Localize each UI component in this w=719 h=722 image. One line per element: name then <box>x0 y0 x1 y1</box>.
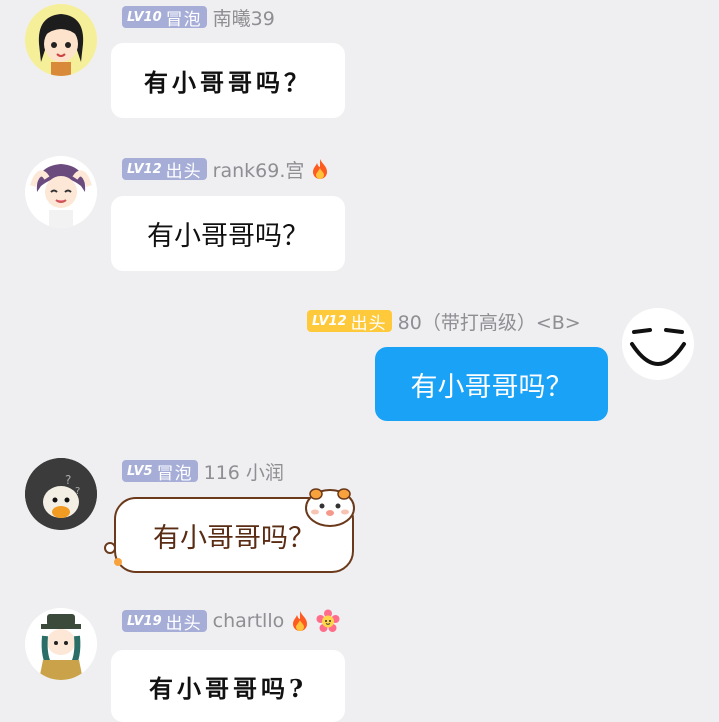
username[interactable]: chartllo <box>213 610 285 632</box>
message-meta: LV19 出头 chartllo <box>122 608 340 634</box>
bubble-tail-icon <box>102 538 124 568</box>
message-bubble[interactable]: 有小哥哥吗？ <box>375 347 608 421</box>
flower-icon <box>316 609 340 633</box>
message-meta: LV12 出头 80（带打高级）<B> <box>307 308 581 334</box>
username[interactable]: 116 小润 <box>204 458 284 485</box>
message-text: 有小哥哥吗？ <box>153 522 315 554</box>
message-item: LV12 出头 80（带打高级）<B> 有小哥哥吗？ <box>0 308 719 422</box>
rank-text: 冒泡 <box>156 463 193 484</box>
username[interactable]: 南曦39 <box>213 4 275 31</box>
username[interactable]: rank69.宫 <box>213 156 305 183</box>
username[interactable]: 80（带打高级）<B> <box>398 308 581 335</box>
level-text: LV19 <box>127 613 162 629</box>
message-meta: LV12 出头 rank69.宫 <box>122 156 332 182</box>
rank-text: 出头 <box>165 161 202 182</box>
level-badge: LV12 出头 <box>307 310 392 334</box>
level-text: LV10 <box>127 9 162 25</box>
level-text: LV5 <box>127 463 153 479</box>
message-bubble[interactable]: 有小哥哥吗？ <box>111 196 345 271</box>
message-item: LV19 出头 chartllo 有小哥哥吗? <box>0 608 719 722</box>
message-bubble[interactable]: 有小哥哥吗？ <box>111 43 345 118</box>
svg-text:?: ? <box>65 473 71 487</box>
avatar[interactable] <box>622 308 694 380</box>
level-badge: LV19 出头 <box>122 610 207 634</box>
level-badge: LV10 冒泡 <box>122 6 207 30</box>
avatar[interactable] <box>25 608 97 680</box>
message-meta: LV5 冒泡 116 小润 <box>122 458 284 484</box>
fire-icon <box>308 157 332 181</box>
message-item: ? ? LV5 冒泡 116 小润 有小哥哥吗？ <box>0 458 719 578</box>
hamster-sticker-icon <box>302 482 358 528</box>
rank-text: 出头 <box>350 313 387 334</box>
level-text: LV12 <box>127 161 162 177</box>
message-item: LV10 冒泡 南曦39 有小哥哥吗？ <box>0 4 719 118</box>
level-text: LV12 <box>312 313 347 329</box>
message-text: 有小哥哥吗？ <box>147 221 309 252</box>
rank-text: 冒泡 <box>165 9 202 30</box>
level-badge: LV5 冒泡 <box>122 460 198 484</box>
message-text: 有小哥哥吗? <box>148 673 308 703</box>
svg-text:?: ? <box>75 486 80 497</box>
message-meta: LV10 冒泡 南曦39 <box>122 4 275 30</box>
level-badge: LV12 出头 <box>122 158 207 182</box>
message-text: 有小哥哥吗？ <box>410 371 573 403</box>
avatar[interactable]: ? ? <box>25 458 97 530</box>
rank-text: 出头 <box>165 613 202 634</box>
message-bubble[interactable]: 有小哥哥吗? <box>111 650 345 722</box>
message-item: LV12 出头 rank69.宫 有小哥哥吗？ <box>0 156 719 272</box>
fire-icon <box>288 609 312 633</box>
avatar[interactable] <box>25 156 97 228</box>
message-text: 有小哥哥吗？ <box>144 68 312 97</box>
avatar[interactable] <box>25 4 97 76</box>
